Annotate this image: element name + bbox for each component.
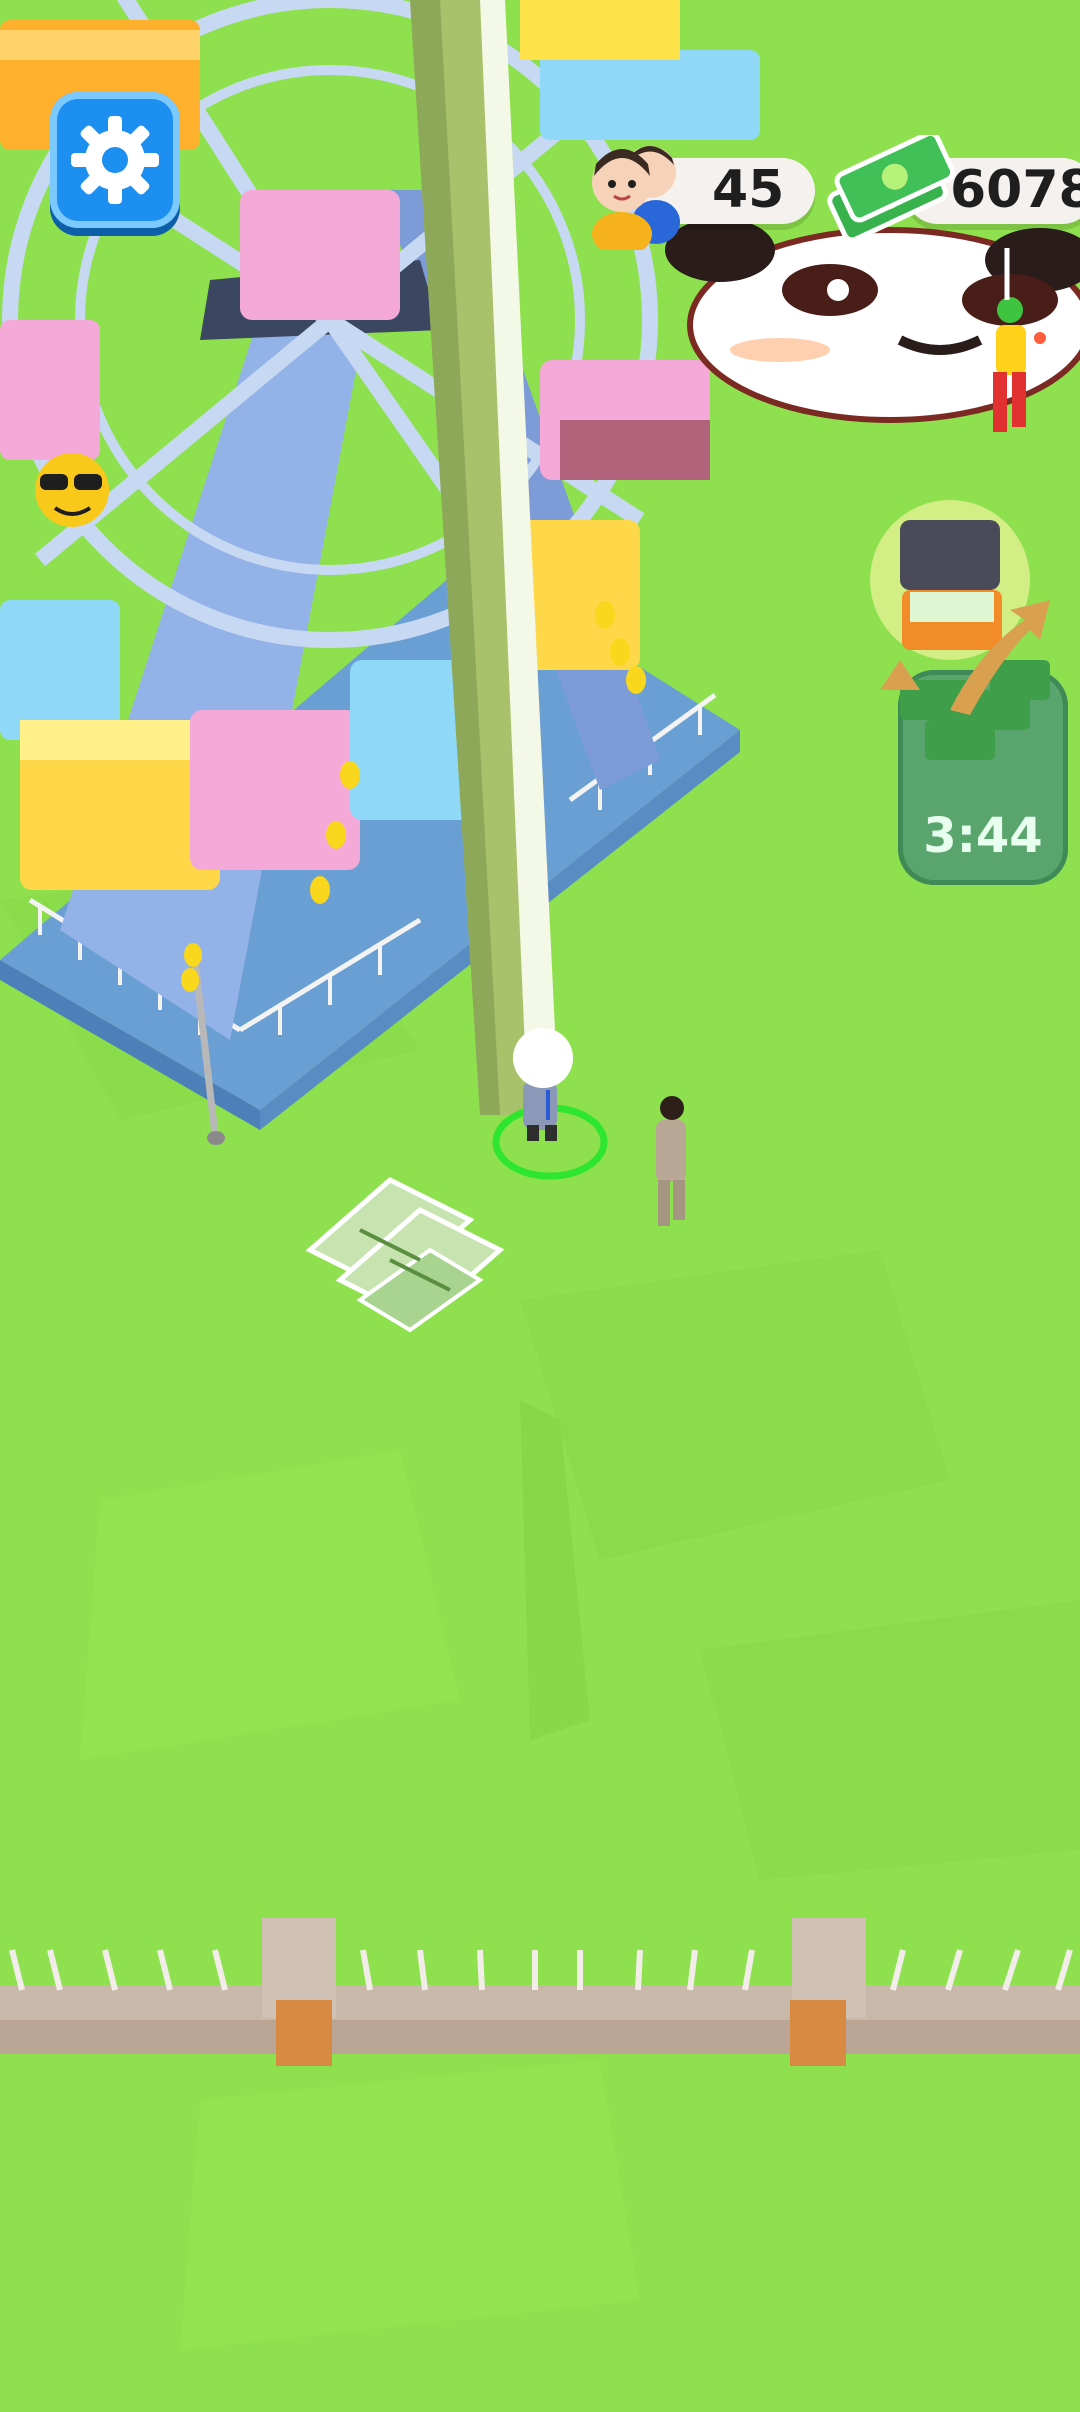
settings-button[interactable] <box>50 92 180 228</box>
people-icon <box>592 146 680 250</box>
perimeter-fence <box>0 1918 1080 2066</box>
gear-icon <box>71 116 159 204</box>
bonus-timer: 3:44 <box>923 808 1043 864</box>
cash-icon <box>827 135 956 243</box>
game-scene[interactable] <box>0 0 1080 2412</box>
treasure-chest-icon <box>870 500 1050 760</box>
smiley-sunglasses-rider <box>35 453 109 527</box>
visitors-count: 45 <box>712 160 785 220</box>
cash-bundles-pickup[interactable] <box>305 1177 505 1333</box>
cash-amount: 6078 <box>950 160 1080 220</box>
visitor-character <box>656 1096 686 1226</box>
